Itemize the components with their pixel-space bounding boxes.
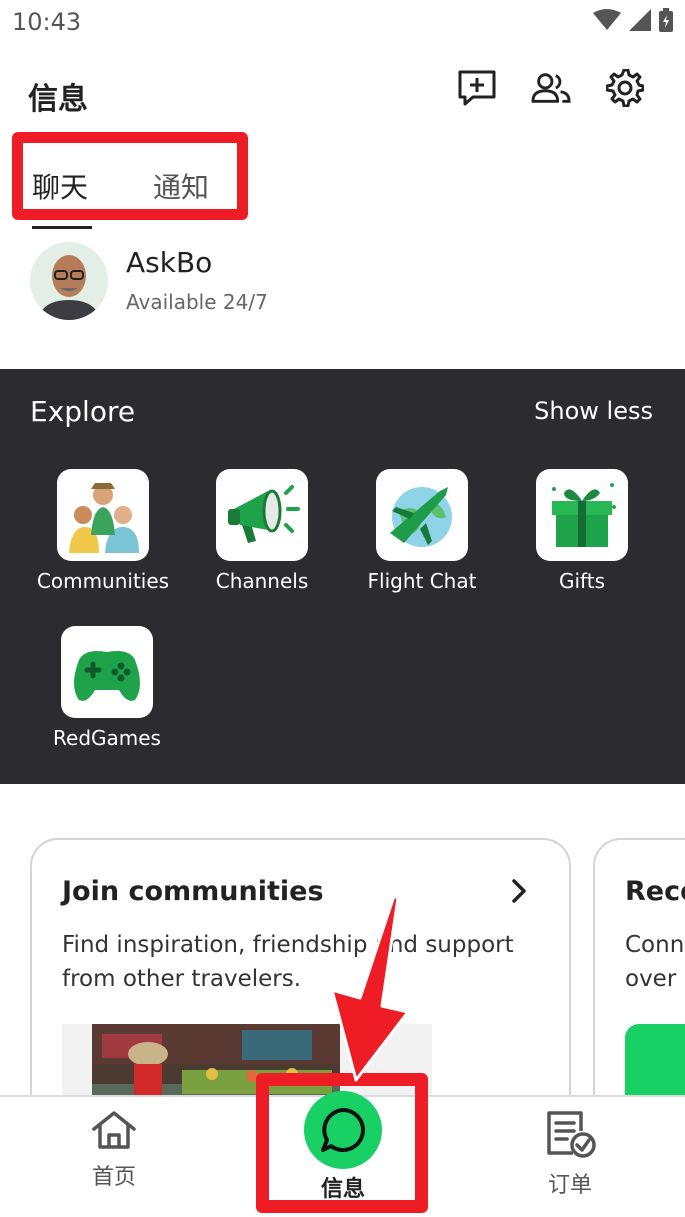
explore-item-gifts[interactable]: Gifts	[507, 469, 657, 593]
explore-item-communities[interactable]: Communities	[28, 469, 178, 593]
new-chat-button[interactable]	[457, 66, 497, 110]
nav-label: 订单	[547, 1173, 592, 1198]
explore-item-label: RedGames	[53, 726, 161, 750]
orders-icon	[547, 1111, 596, 1158]
chat-list-item[interactable]: AskBo Available 24/7	[0, 238, 685, 328]
communities-tile	[57, 469, 149, 561]
communities-icon	[69, 483, 139, 553]
annotation-arrow-icon	[330, 894, 410, 1082]
channels-tile	[216, 469, 308, 561]
settings-icon	[606, 69, 644, 107]
explore-item-redgames[interactable]: RedGames	[32, 626, 182, 750]
explore-item-label: Gifts	[558, 569, 605, 593]
signal-icon	[629, 9, 651, 31]
askbo-avatar-icon	[30, 242, 108, 320]
explore-item-channels[interactable]: Channels	[187, 469, 337, 593]
avatar	[30, 242, 108, 320]
flight-chat-tile	[376, 469, 468, 561]
contacts-button[interactable]	[531, 66, 571, 110]
card-title: Join communities	[62, 876, 324, 907]
status-time: 10:43	[12, 8, 82, 36]
card-description: Find inspiration, friendship and support…	[62, 932, 514, 992]
status-bar: 10:43	[0, 0, 685, 46]
explore-item-label: Channels	[215, 569, 309, 593]
wifi-icon	[593, 9, 621, 30]
card-description: Conn over	[625, 932, 685, 992]
battery-icon	[659, 8, 673, 32]
megaphone-icon	[228, 485, 300, 543]
explore-item-label: Communities	[36, 569, 170, 593]
header-actions	[457, 66, 645, 110]
gift-icon	[552, 483, 616, 547]
new-chat-icon	[458, 70, 496, 106]
settings-button[interactable]	[605, 66, 645, 110]
nav-orders[interactable]: 订单	[510, 1109, 630, 1199]
card-title: Reco	[625, 876, 685, 907]
explore-item-label: Flight Chat	[367, 569, 477, 593]
redgames-tile	[61, 626, 153, 718]
active-tab-indicator	[32, 226, 92, 229]
show-less-button[interactable]: Show less	[534, 397, 653, 425]
status-icons	[593, 8, 673, 32]
explore-title: Explore	[30, 395, 136, 428]
messages-screen: 10:43 信息 聊天 通知 AskBo Available 24/7 Expl…	[0, 0, 685, 1217]
chat-name: AskBo	[126, 246, 213, 279]
nav-home[interactable]: 首页	[54, 1109, 174, 1191]
gamepad-icon	[74, 651, 140, 701]
tab-chat[interactable]: 聊天	[32, 166, 88, 206]
gifts-tile	[536, 469, 628, 561]
page-title: 信息	[28, 82, 88, 117]
home-icon	[92, 1111, 136, 1149]
annotation-highlight-box	[256, 1073, 428, 1213]
chat-status: Available 24/7	[126, 290, 268, 314]
chevron-right-icon	[512, 879, 526, 903]
plane-globe-icon	[390, 487, 452, 547]
nav-label: 首页	[91, 1165, 136, 1190]
contacts-icon	[531, 73, 571, 103]
explore-section: Explore Show less Communities Channels F…	[0, 369, 685, 784]
tab-notifications[interactable]: 通知	[153, 166, 209, 206]
explore-item-flight-chat[interactable]: Flight Chat	[347, 469, 497, 593]
